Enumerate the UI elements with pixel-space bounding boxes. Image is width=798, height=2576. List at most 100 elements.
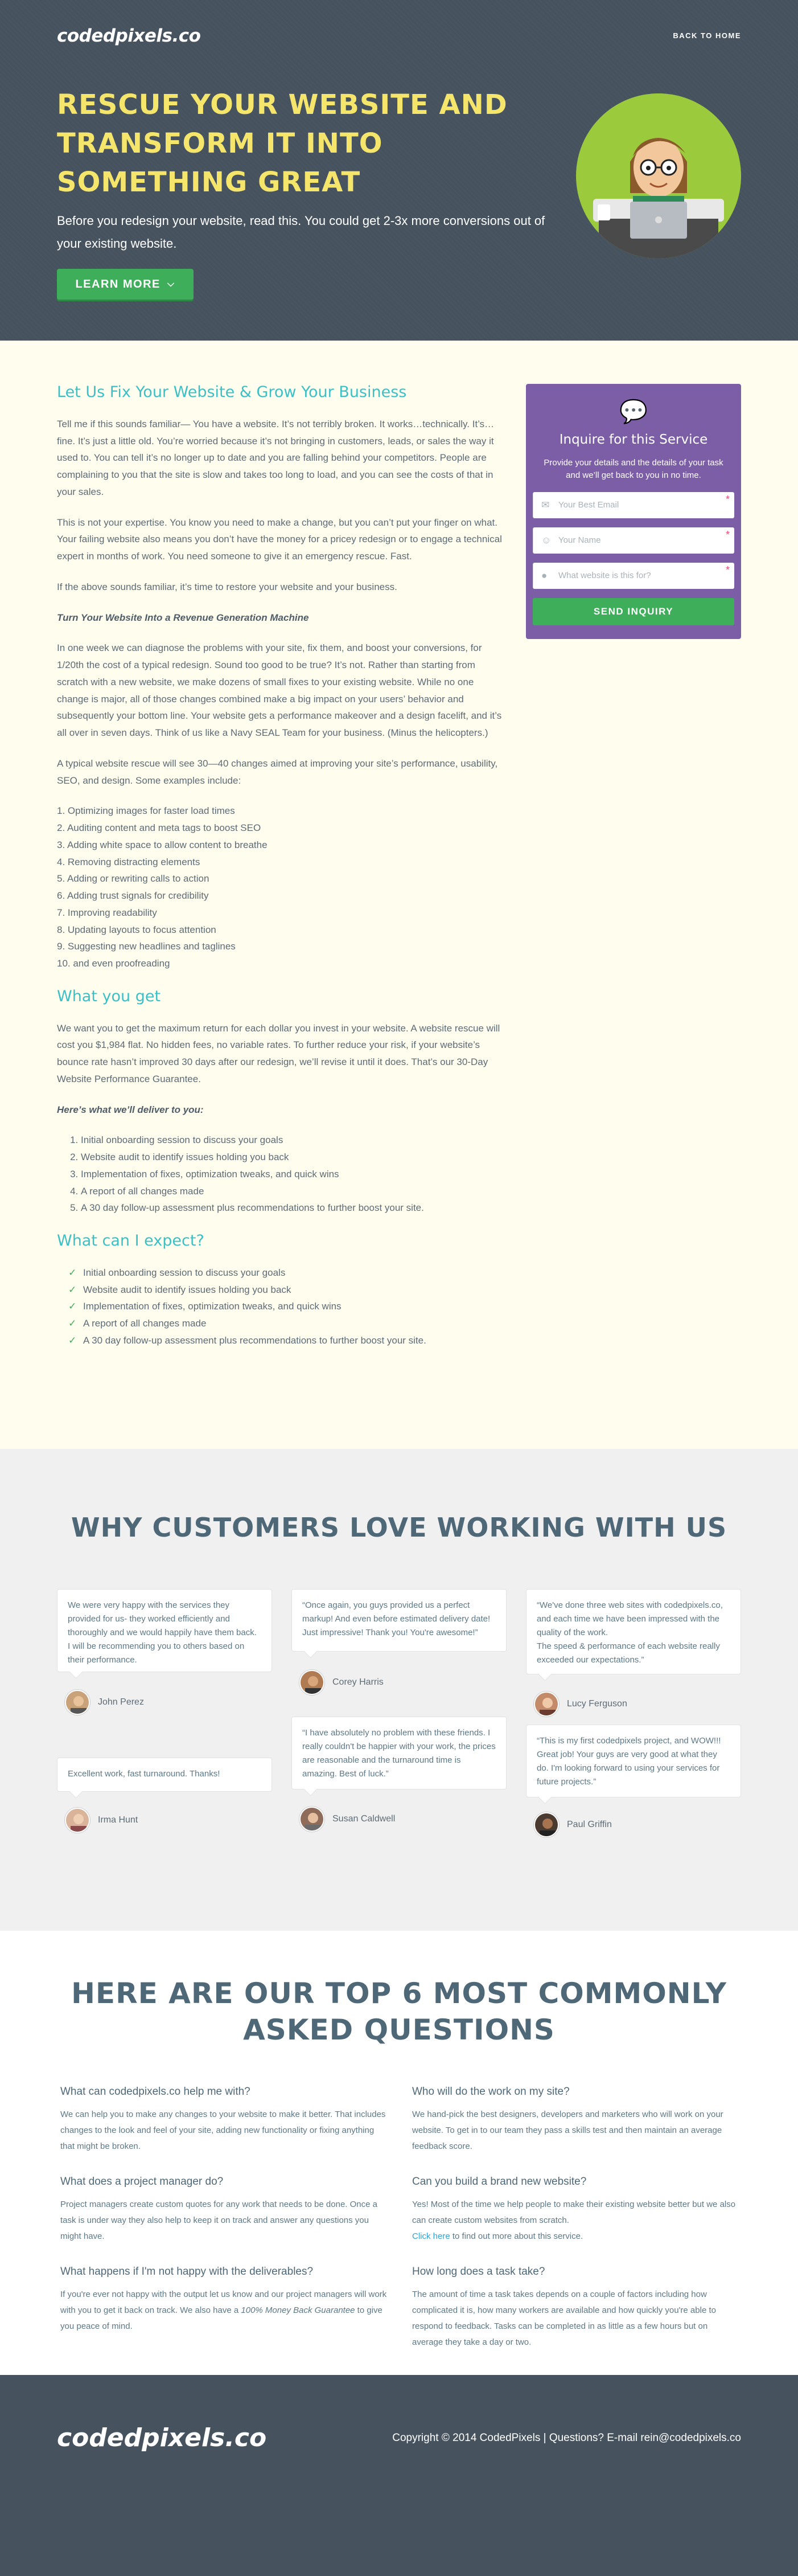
avatar	[534, 1692, 559, 1717]
envelope-icon: ✉	[541, 499, 550, 511]
send-inquiry-button[interactable]: SEND INQUIRY	[533, 598, 734, 626]
faq-answer: We can help you to make any changes to y…	[60, 2110, 386, 2152]
heading-fix-website: Let Us Fix Your Website & Grow Your Busi…	[57, 383, 407, 401]
website-field[interactable]: ● What website is this for? *	[533, 563, 734, 589]
faq-answer: If you're ever not happy with the output…	[60, 2287, 388, 2335]
list-item: A report of all changes made	[81, 1183, 507, 1200]
list-item: 2. Auditing content and meta tags to boo…	[57, 822, 261, 834]
hero-section: codedpixels.co BACK TO HOME RESCUE YOUR …	[0, 0, 798, 341]
faq-item: What can codedpixels.co help me with? We…	[60, 2082, 388, 2155]
content-section: Let Us Fix Your Website & Grow Your Busi…	[0, 341, 798, 1449]
list-item: 5. Adding or rewriting calls to action	[57, 873, 209, 884]
list-item: 4. Removing distracting elements	[57, 856, 200, 867]
list-item: 6. Adding trust signals for credibility	[57, 890, 209, 902]
answer-text: Yes! Most of the time we help people to …	[412, 2200, 736, 2226]
testimonial-quote: “Once again, you guys provided us a perf…	[302, 1600, 491, 1637]
footer: codedpixels.co Copyright © 2014 CodedPix…	[0, 2375, 798, 2576]
name-field[interactable]: ☺ Your Name *	[533, 527, 734, 554]
testimonial-author: Paul Griffin	[534, 1812, 612, 1837]
faq-answer: The amount of time a task takes depends …	[412, 2290, 716, 2348]
paragraph: We want you to get the maximum return fo…	[57, 1022, 500, 1084]
faq-question: What does a project manager do?	[60, 2176, 224, 2188]
heading-what-to-expect: What can I expect?	[57, 1232, 204, 1250]
inquiry-description: Provide your details and the details of …	[544, 458, 723, 481]
faq-question: Who will do the work on my site?	[412, 2086, 570, 2098]
top-nav: codedpixels.co BACK TO HOME	[57, 0, 741, 68]
list-item: A report of all changes made	[68, 1315, 507, 1332]
paragraph: A typical website rescue will see 30—40 …	[57, 757, 498, 786]
inquiry-form: 💬 Inquire for this Service Provide your …	[526, 384, 741, 639]
list-item: 9. Suggesting new headlines and taglines	[57, 941, 236, 952]
testimonial-author: Susan Caldwell	[299, 1807, 395, 1832]
author-name: John Perez	[98, 1697, 144, 1707]
faq-title: HERE ARE OUR TOP 6 MOST COMMONLY ASKED Q…	[71, 1977, 727, 2046]
testimonial-card: “Once again, you guys provided us a perf…	[291, 1589, 507, 1652]
list-item: Website audit to identify issues holding…	[68, 1281, 507, 1299]
testimonial-quote: “This is my first codedpixels project, a…	[537, 1736, 721, 1787]
required-marker: *	[725, 529, 730, 541]
expect-list: Initial onboarding session to discuss yo…	[68, 1264, 507, 1349]
testimonial-card: “We've done three web sites with codedpi…	[526, 1589, 741, 1674]
chat-bubbles-icon: 💬	[619, 399, 648, 424]
avatar	[65, 1690, 90, 1715]
required-marker: *	[725, 494, 730, 506]
inquiry-title: Inquire for this Service	[559, 432, 708, 447]
subheading-revenue: Turn Your Website Into a Revenue Generat…	[57, 612, 309, 623]
faq-answer: Yes! Most of the time we help people to …	[412, 2197, 739, 2245]
testimonial-author: Irma Hunt	[65, 1808, 138, 1833]
email-placeholder: Your Best Email	[558, 500, 619, 510]
testimonial-card: “I have absolutely no problem with these…	[291, 1717, 507, 1789]
avatar	[65, 1808, 90, 1833]
testimonial-card: Excellent work, fast turnaround. Thanks!	[57, 1758, 272, 1792]
list-item: Website audit to identify issues holding…	[81, 1149, 507, 1166]
author-name: Lucy Ferguson	[567, 1699, 627, 1709]
author-name: Corey Harris	[332, 1677, 384, 1687]
list-item: 1. Optimizing images for faster load tim…	[57, 805, 235, 817]
testimonial-quote: “We've done three web sites with codedpi…	[537, 1600, 723, 1665]
faq-item: Who will do the work on my site? We hand…	[412, 2082, 739, 2155]
faq-item: What does a project manager do? Project …	[60, 2172, 388, 2245]
avatar	[534, 1812, 559, 1837]
testimonial-quote: Excellent work, fast turnaround. Thanks!	[68, 1769, 220, 1779]
list-item: A 30 day follow-up assessment plus recom…	[81, 1199, 507, 1217]
testimonial-author: John Perez	[65, 1690, 144, 1715]
footer-logo[interactable]: codedpixels.co	[57, 2416, 266, 2460]
faq-item: How long does a task take? The amount of…	[412, 2262, 739, 2350]
list-item: Initial onboarding session to discuss yo…	[81, 1132, 507, 1149]
list-item: 8. Updating layouts to focus attention	[57, 924, 216, 935]
main-article: Let Us Fix Your Website & Grow Your Busi…	[57, 382, 507, 1363]
paragraph: This is not your expertise. You know you…	[57, 517, 502, 562]
email-field[interactable]: ✉ Your Best Email *	[533, 492, 734, 519]
guarantee-text: 100% Money Back Guarantee	[241, 2305, 355, 2316]
learn-more-label: LEARN MORE	[75, 277, 161, 290]
testimonial-author: Lucy Ferguson	[534, 1692, 627, 1717]
heading-what-you-get: What you get	[57, 987, 161, 1005]
faq-question: What can codedpixels.co help me with?	[60, 2086, 250, 2098]
list-item: Implementation of fixes, optimization tw…	[68, 1298, 507, 1315]
paragraph: If the above sounds familiar, it’s time …	[57, 581, 397, 592]
testimonial-card: “This is my first codedpixels project, a…	[526, 1725, 741, 1797]
chevron-down-icon: ⌵	[167, 279, 175, 289]
faq-item: Can you build a brand new website? Yes! …	[412, 2172, 739, 2245]
faq-answer: We hand-pick the best designers, develop…	[412, 2110, 723, 2152]
user-icon: ☺	[541, 535, 552, 546]
testimonials-title: WHY CUSTOMERS LOVE WORKING WITH US	[71, 1512, 727, 1543]
subheading-deliver: Here’s what we’ll deliver to you:	[57, 1104, 204, 1115]
examples-list: 1. Optimizing images for faster load tim…	[57, 802, 507, 972]
testimonials-section: WHY CUSTOMERS LOVE WORKING WITH US We we…	[0, 1449, 798, 1931]
faq-section: HERE ARE OUR TOP 6 MOST COMMONLY ASKED Q…	[0, 1931, 798, 2375]
list-item: 7. Improving readability	[57, 907, 157, 918]
avatar	[299, 1807, 324, 1832]
faq-answer: Project managers create custom quotes fo…	[60, 2200, 377, 2242]
developer-illustration	[576, 93, 741, 259]
click-here-link[interactable]: Click here	[412, 2231, 450, 2241]
faq-question: What happens if I'm not happy with the d…	[60, 2266, 314, 2278]
faq-item: What happens if I'm not happy with the d…	[60, 2262, 388, 2335]
author-name: Susan Caldwell	[332, 1814, 396, 1824]
site-logo[interactable]: codedpixels.co	[57, 21, 201, 51]
back-to-home-link[interactable]: BACK TO HOME	[673, 30, 741, 43]
name-placeholder: Your Name	[558, 535, 601, 546]
list-item: 10. and even proofreading	[57, 958, 170, 969]
learn-more-button[interactable]: LEARN MORE ⌵	[57, 269, 194, 300]
author-name: Paul Griffin	[567, 1820, 612, 1829]
